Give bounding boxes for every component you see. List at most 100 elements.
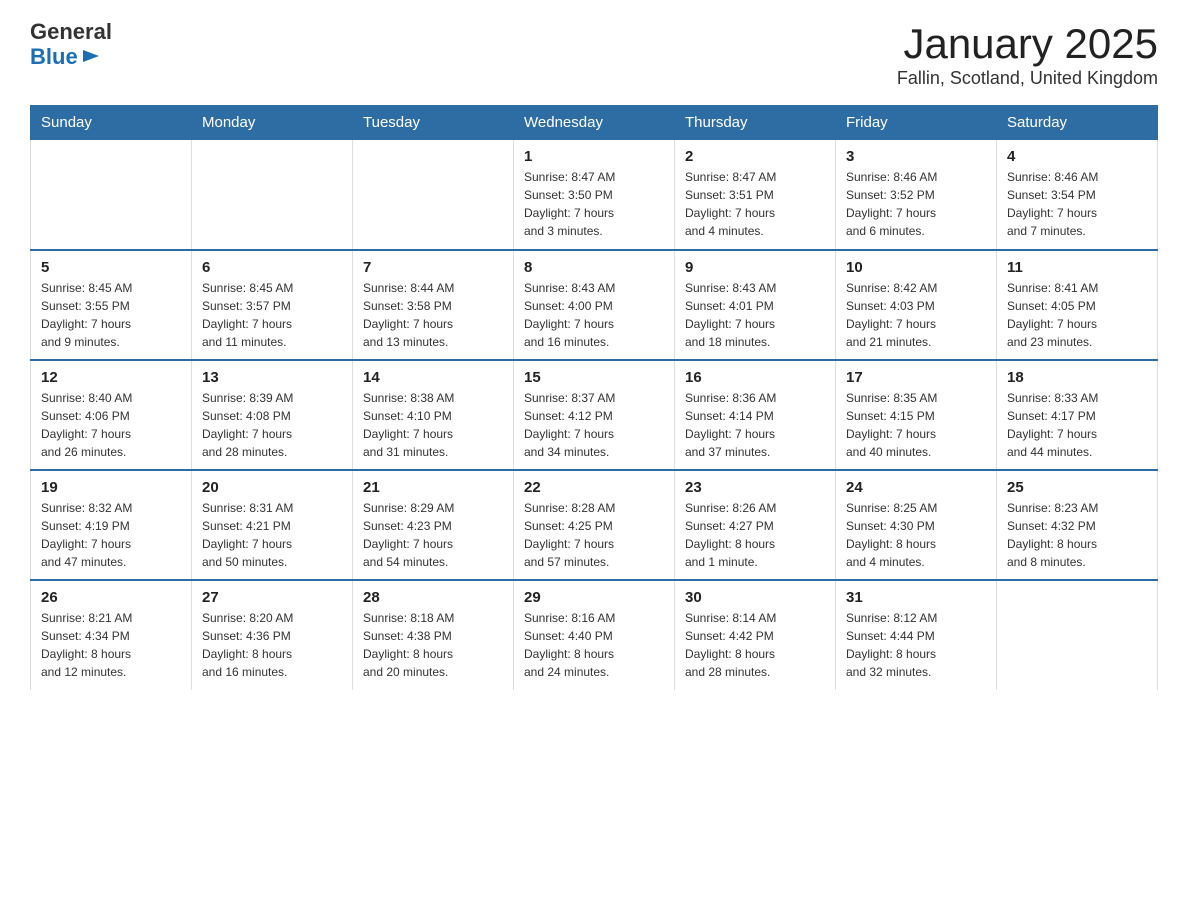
calendar-cell: 16Sunrise: 8:36 AM Sunset: 4:14 PM Dayli… (675, 360, 836, 470)
weekday-header-thursday: Thursday (675, 106, 836, 140)
weekday-header-friday: Friday (836, 106, 997, 140)
day-info: Sunrise: 8:39 AM Sunset: 4:08 PM Dayligh… (202, 389, 342, 461)
day-info: Sunrise: 8:35 AM Sunset: 4:15 PM Dayligh… (846, 389, 986, 461)
calendar-cell: 28 Sunrise: 8:18 AM Sunset: 4:38 PM Dayli… (353, 580, 514, 690)
day-info: Sunrise: 8:23 AM Sunset: 4:32 PM Dayligh… (1007, 499, 1147, 571)
calendar-cell (353, 140, 514, 250)
day-info: Sunrise: 8:47 AM Sunset: 3:50 PM Dayligh… (524, 168, 664, 240)
calendar-cell: 1 Sunrise: 8:47 AM Sunset: 3:50 PM Daylig… (514, 140, 675, 250)
day-number: 20 (202, 479, 342, 496)
calendar-cell: 3 Sunrise: 8:46 AM Sunset: 3:52 PM Daylig… (836, 140, 997, 250)
day-number: 19 (41, 479, 181, 496)
day-number: 28 (363, 589, 503, 606)
calendar-cell: 23 Sunrise: 8:26 AM Sunset: 4:27 PM Dayli… (675, 470, 836, 580)
weekday-header-saturday: Saturday (997, 106, 1158, 140)
calendar-cell: 24 Sunrise: 8:25 AM Sunset: 4:30 PM Dayli… (836, 470, 997, 580)
day-info: Sunrise: 8:32 AM Sunset: 4:19 PM Dayligh… (41, 499, 181, 571)
day-number: 27 (202, 589, 342, 606)
weekday-header-tuesday: Tuesday (353, 106, 514, 140)
calendar-table: SundayMondayTuesdayWednesdayThursdayFrid… (30, 105, 1158, 690)
calendar-cell: 29 Sunrise: 8:16 AM Sunset: 4:40 PM Dayli… (514, 580, 675, 690)
calendar-cell: 9Sunrise: 8:43 AM Sunset: 4:01 PM Daylig… (675, 250, 836, 360)
calendar-cell: 15 Sunrise: 8:37 AM Sunset: 4:12 PM Dayli… (514, 360, 675, 470)
day-info: Sunrise: 8:20 AM Sunset: 4:36 PM Dayligh… (202, 609, 342, 681)
weekday-header-monday: Monday (192, 106, 353, 140)
week-row-3: 19 Sunrise: 8:32 AM Sunset: 4:19 PM Dayli… (31, 470, 1158, 580)
day-number: 22 (524, 479, 664, 496)
day-number: 3 (846, 148, 986, 165)
day-info: Sunrise: 8:26 AM Sunset: 4:27 PM Dayligh… (685, 499, 825, 571)
calendar-cell: 4 Sunrise: 8:46 AM Sunset: 3:54 PM Daylig… (997, 140, 1158, 250)
page-header: General Blue January 2025 Fallin, Scotla… (30, 20, 1158, 89)
day-number: 31 (846, 589, 986, 606)
day-number: 8 (524, 259, 664, 276)
day-info: Sunrise: 8:16 AM Sunset: 4:40 PM Dayligh… (524, 609, 664, 681)
day-number: 13 (202, 369, 342, 386)
day-number: 24 (846, 479, 986, 496)
logo-blue: Blue (30, 45, 78, 69)
day-info: Sunrise: 8:38 AM Sunset: 4:10 PM Dayligh… (363, 389, 503, 461)
day-number: 30 (685, 589, 825, 606)
day-info: Sunrise: 8:47 AM Sunset: 3:51 PM Dayligh… (685, 168, 825, 240)
calendar-cell: 2 Sunrise: 8:47 AM Sunset: 3:51 PM Daylig… (675, 140, 836, 250)
calendar-cell: 31 Sunrise: 8:12 AM Sunset: 4:44 PM Dayli… (836, 580, 997, 690)
day-number: 4 (1007, 148, 1147, 165)
calendar-cell: 30Sunrise: 8:14 AM Sunset: 4:42 PM Dayli… (675, 580, 836, 690)
day-number: 10 (846, 259, 986, 276)
calendar-cell (997, 580, 1158, 690)
calendar-title: January 2025 (897, 20, 1158, 68)
day-info: Sunrise: 8:12 AM Sunset: 4:44 PM Dayligh… (846, 609, 986, 681)
calendar-cell: 25 Sunrise: 8:23 AM Sunset: 4:32 PM Dayli… (997, 470, 1158, 580)
calendar-cell (192, 140, 353, 250)
day-info: Sunrise: 8:45 AM Sunset: 3:57 PM Dayligh… (202, 279, 342, 351)
day-info: Sunrise: 8:36 AM Sunset: 4:14 PM Dayligh… (685, 389, 825, 461)
calendar-cell: 10 Sunrise: 8:42 AM Sunset: 4:03 PM Dayli… (836, 250, 997, 360)
day-info: Sunrise: 8:31 AM Sunset: 4:21 PM Dayligh… (202, 499, 342, 571)
calendar-cell: 13 Sunrise: 8:39 AM Sunset: 4:08 PM Dayli… (192, 360, 353, 470)
day-info: Sunrise: 8:44 AM Sunset: 3:58 PM Dayligh… (363, 279, 503, 351)
day-info: Sunrise: 8:25 AM Sunset: 4:30 PM Dayligh… (846, 499, 986, 571)
day-info: Sunrise: 8:28 AM Sunset: 4:25 PM Dayligh… (524, 499, 664, 571)
day-info: Sunrise: 8:46 AM Sunset: 3:52 PM Dayligh… (846, 168, 986, 240)
day-number: 14 (363, 369, 503, 386)
day-info: Sunrise: 8:18 AM Sunset: 4:38 PM Dayligh… (363, 609, 503, 681)
day-number: 2 (685, 148, 825, 165)
calendar-cell: 18 Sunrise: 8:33 AM Sunset: 4:17 PM Dayli… (997, 360, 1158, 470)
day-number: 12 (41, 369, 181, 386)
day-number: 15 (524, 369, 664, 386)
day-info: Sunrise: 8:41 AM Sunset: 4:05 PM Dayligh… (1007, 279, 1147, 351)
day-number: 5 (41, 259, 181, 276)
calendar-cell: 21Sunrise: 8:29 AM Sunset: 4:23 PM Dayli… (353, 470, 514, 580)
calendar-cell: 11 Sunrise: 8:41 AM Sunset: 4:05 PM Dayli… (997, 250, 1158, 360)
logo-arrow-icon (81, 46, 101, 66)
calendar-cell: 27 Sunrise: 8:20 AM Sunset: 4:36 PM Dayli… (192, 580, 353, 690)
calendar-cell: 12 Sunrise: 8:40 AM Sunset: 4:06 PM Dayli… (31, 360, 192, 470)
day-number: 29 (524, 589, 664, 606)
day-info: Sunrise: 8:42 AM Sunset: 4:03 PM Dayligh… (846, 279, 986, 351)
calendar-cell: 26 Sunrise: 8:21 AM Sunset: 4:34 PM Dayli… (31, 580, 192, 690)
day-number: 26 (41, 589, 181, 606)
day-number: 6 (202, 259, 342, 276)
day-info: Sunrise: 8:46 AM Sunset: 3:54 PM Dayligh… (1007, 168, 1147, 240)
day-number: 25 (1007, 479, 1147, 496)
calendar-cell (31, 140, 192, 250)
weekday-header-row: SundayMondayTuesdayWednesdayThursdayFrid… (31, 106, 1158, 140)
week-row-4: 26 Sunrise: 8:21 AM Sunset: 4:34 PM Dayli… (31, 580, 1158, 690)
week-row-1: 5 Sunrise: 8:45 AM Sunset: 3:55 PM Daylig… (31, 250, 1158, 360)
day-info: Sunrise: 8:37 AM Sunset: 4:12 PM Dayligh… (524, 389, 664, 461)
day-number: 1 (524, 148, 664, 165)
calendar-cell: 22 Sunrise: 8:28 AM Sunset: 4:25 PM Dayli… (514, 470, 675, 580)
day-info: Sunrise: 8:33 AM Sunset: 4:17 PM Dayligh… (1007, 389, 1147, 461)
day-number: 23 (685, 479, 825, 496)
day-info: Sunrise: 8:21 AM Sunset: 4:34 PM Dayligh… (41, 609, 181, 681)
day-number: 21 (363, 479, 503, 496)
day-number: 11 (1007, 259, 1147, 276)
day-info: Sunrise: 8:45 AM Sunset: 3:55 PM Dayligh… (41, 279, 181, 351)
day-number: 18 (1007, 369, 1147, 386)
week-row-2: 12 Sunrise: 8:40 AM Sunset: 4:06 PM Dayli… (31, 360, 1158, 470)
calendar-cell: 19 Sunrise: 8:32 AM Sunset: 4:19 PM Dayli… (31, 470, 192, 580)
day-number: 17 (846, 369, 986, 386)
weekday-header-wednesday: Wednesday (514, 106, 675, 140)
day-number: 9 (685, 259, 825, 276)
day-info: Sunrise: 8:40 AM Sunset: 4:06 PM Dayligh… (41, 389, 181, 461)
